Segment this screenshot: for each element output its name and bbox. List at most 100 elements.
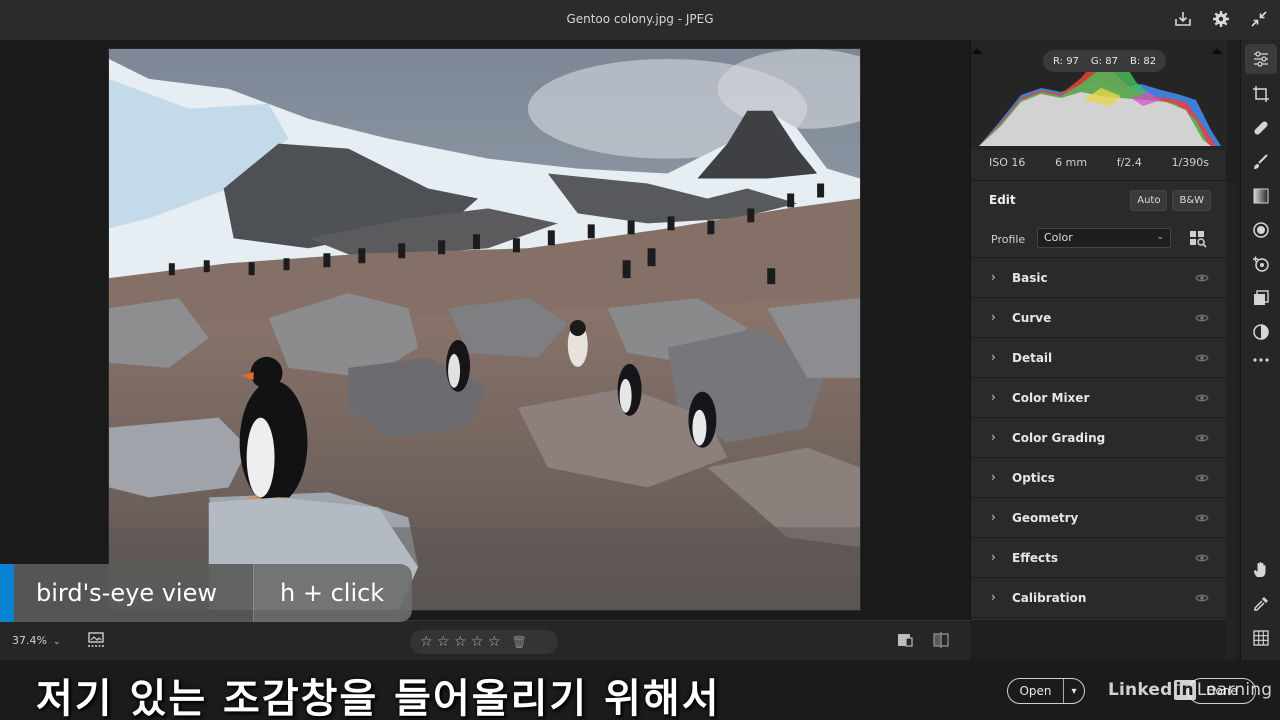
auto-button[interactable]: Auto	[1130, 190, 1168, 211]
title-bar: Gentoo colony.jpg - JPEG	[0, 0, 1280, 40]
chevron-down-icon: ⌄	[52, 637, 61, 647]
panel-scrollbar[interactable]	[1226, 182, 1236, 660]
r-value: R: 97	[1053, 55, 1079, 67]
section-calibration[interactable]: › Calibration	[971, 578, 1227, 618]
profile-browser-icon[interactable]	[1189, 230, 1207, 248]
brand-learning: Learning	[1196, 680, 1273, 700]
profile-select[interactable]: Color ⌄	[1037, 228, 1171, 248]
section-optics[interactable]: › Optics	[971, 458, 1227, 498]
canvas-bottom-bar: 37.4% ⌄ ☆ ☆ ☆ ☆ ☆ 🗑	[0, 620, 970, 660]
zoom-value: 37.4%	[12, 634, 47, 647]
chevron-right-icon: ›	[991, 270, 996, 284]
section-detail[interactable]: › Detail	[971, 338, 1227, 378]
aperture: f/2.4	[1116, 156, 1142, 169]
section-geometry[interactable]: › Geometry	[971, 498, 1227, 538]
eye-icon[interactable]	[1195, 511, 1209, 525]
download-icon[interactable]	[1172, 8, 1194, 30]
section-label: Basic	[1012, 271, 1048, 285]
view-toggle-group	[896, 631, 950, 649]
eye-icon[interactable]	[1195, 551, 1209, 565]
section-label: Optics	[1012, 471, 1055, 485]
snapshots-icon[interactable]	[1251, 288, 1271, 308]
trash-icon[interactable]: 🗑	[512, 635, 527, 649]
chevron-right-icon: ›	[991, 470, 996, 484]
crop-icon[interactable]	[1251, 84, 1271, 104]
eye-icon[interactable]	[1195, 391, 1209, 405]
shortcut-overlay: bird's-eye view h + click	[0, 564, 412, 622]
eye-icon[interactable]	[1195, 431, 1209, 445]
open-label[interactable]: Open	[1008, 679, 1064, 703]
split-view-icon[interactable]	[932, 631, 950, 649]
eyedropper-icon[interactable]	[1251, 594, 1271, 614]
section-label: Curve	[1012, 311, 1052, 325]
presets-icon[interactable]	[1251, 322, 1271, 342]
chevron-right-icon: ›	[991, 550, 996, 564]
filmstrip-icon[interactable]	[86, 631, 106, 649]
more-options-icon[interactable]	[1251, 350, 1271, 370]
grid-overlay-icon[interactable]	[1251, 628, 1271, 648]
section-label: Color Grading	[1012, 431, 1106, 445]
chevron-down-icon: ⌄	[1156, 232, 1164, 242]
edit-header: Edit Auto B&W	[971, 180, 1227, 220]
brush-icon[interactable]	[1251, 152, 1271, 172]
star-rating[interactable]: ☆ ☆ ☆ ☆ ☆	[420, 634, 501, 650]
zoom-level-dropdown[interactable]: 37.4% ⌄	[12, 634, 61, 647]
rating-bar[interactable]: ☆ ☆ ☆ ☆ ☆ 🗑	[410, 630, 558, 654]
eye-icon[interactable]	[1195, 591, 1209, 605]
open-button[interactable]: Open ▾	[1007, 678, 1085, 704]
eye-icon[interactable]	[1195, 351, 1209, 365]
shortcut-keys: h + click	[254, 564, 412, 622]
gear-icon[interactable]	[1210, 8, 1232, 30]
shutter-speed: 1/390s	[1171, 156, 1209, 169]
rgb-readout: R: 97 G: 87 B: 82	[1043, 50, 1167, 72]
edit-sections: › Basic › Curve › Detail › Color Mixer › Colo…	[971, 258, 1227, 618]
edit-title: Edit	[989, 193, 1016, 207]
section-label: Calibration	[1012, 591, 1087, 605]
bw-button[interactable]: B&W	[1172, 190, 1211, 211]
eye-icon[interactable]	[1195, 471, 1209, 485]
image-canvas[interactable]	[0, 40, 970, 620]
shortcut-accent-bar	[0, 564, 14, 622]
eye-icon[interactable]	[1195, 271, 1209, 285]
healing-bandage-icon[interactable]	[1251, 118, 1271, 138]
profile-value: Color	[1044, 231, 1073, 244]
red-eye-icon[interactable]	[1251, 254, 1271, 274]
chevron-down-icon[interactable]: ▾	[1064, 686, 1084, 697]
g-value: G: 87	[1090, 55, 1118, 67]
profile-row: Profile Color ⌄	[971, 220, 1227, 258]
chevron-right-icon: ›	[991, 590, 996, 604]
section-label: Detail	[1012, 351, 1053, 365]
chevron-right-icon: ›	[991, 310, 996, 324]
section-color-grading[interactable]: › Color Grading	[971, 418, 1227, 458]
chevron-right-icon: ›	[991, 390, 996, 404]
linear-gradient-icon[interactable]	[1251, 186, 1271, 206]
histogram: R: 97 G: 87 B: 82	[971, 40, 1227, 150]
brand-in: in	[1173, 680, 1196, 700]
collapse-icon[interactable]	[1248, 8, 1270, 30]
eye-icon[interactable]	[1195, 311, 1209, 325]
profile-label: Profile	[991, 233, 1026, 246]
edit-sliders-icon[interactable]	[1245, 44, 1277, 74]
section-label: Effects	[1012, 551, 1059, 565]
window-title: Gentoo colony.jpg - JPEG	[566, 12, 714, 26]
b-value: B: 82	[1129, 55, 1157, 67]
shortcut-name: bird's-eye view	[14, 564, 254, 622]
section-color-mixer[interactable]: › Color Mixer	[971, 378, 1227, 418]
chevron-right-icon: ›	[991, 430, 996, 444]
before-after-icon[interactable]	[896, 631, 914, 649]
hand-icon[interactable]	[1251, 560, 1271, 580]
title-bar-actions	[1172, 8, 1270, 30]
tool-strip	[1240, 40, 1280, 660]
iso-value: ISO 16	[989, 156, 1026, 169]
section-curve[interactable]: › Curve	[971, 298, 1227, 338]
exif-info: ISO 16 6 mm f/2.4 1/390s	[971, 156, 1227, 169]
brand-linked: Linked	[1108, 680, 1173, 700]
camera-raw-window: Gentoo colony.jpg - JPEG 37.4% ⌄ ☆ ☆ ☆ ☆…	[0, 0, 1280, 720]
gentoo-penguin-photo[interactable]	[108, 48, 861, 611]
radial-gradient-icon[interactable]	[1251, 220, 1271, 240]
section-effects[interactable]: › Effects	[971, 538, 1227, 578]
highlight-clipping-icon[interactable]	[1211, 48, 1223, 54]
shadow-clipping-icon[interactable]	[971, 48, 983, 54]
section-label: Color Mixer	[1012, 391, 1090, 405]
section-basic[interactable]: › Basic	[971, 258, 1227, 298]
